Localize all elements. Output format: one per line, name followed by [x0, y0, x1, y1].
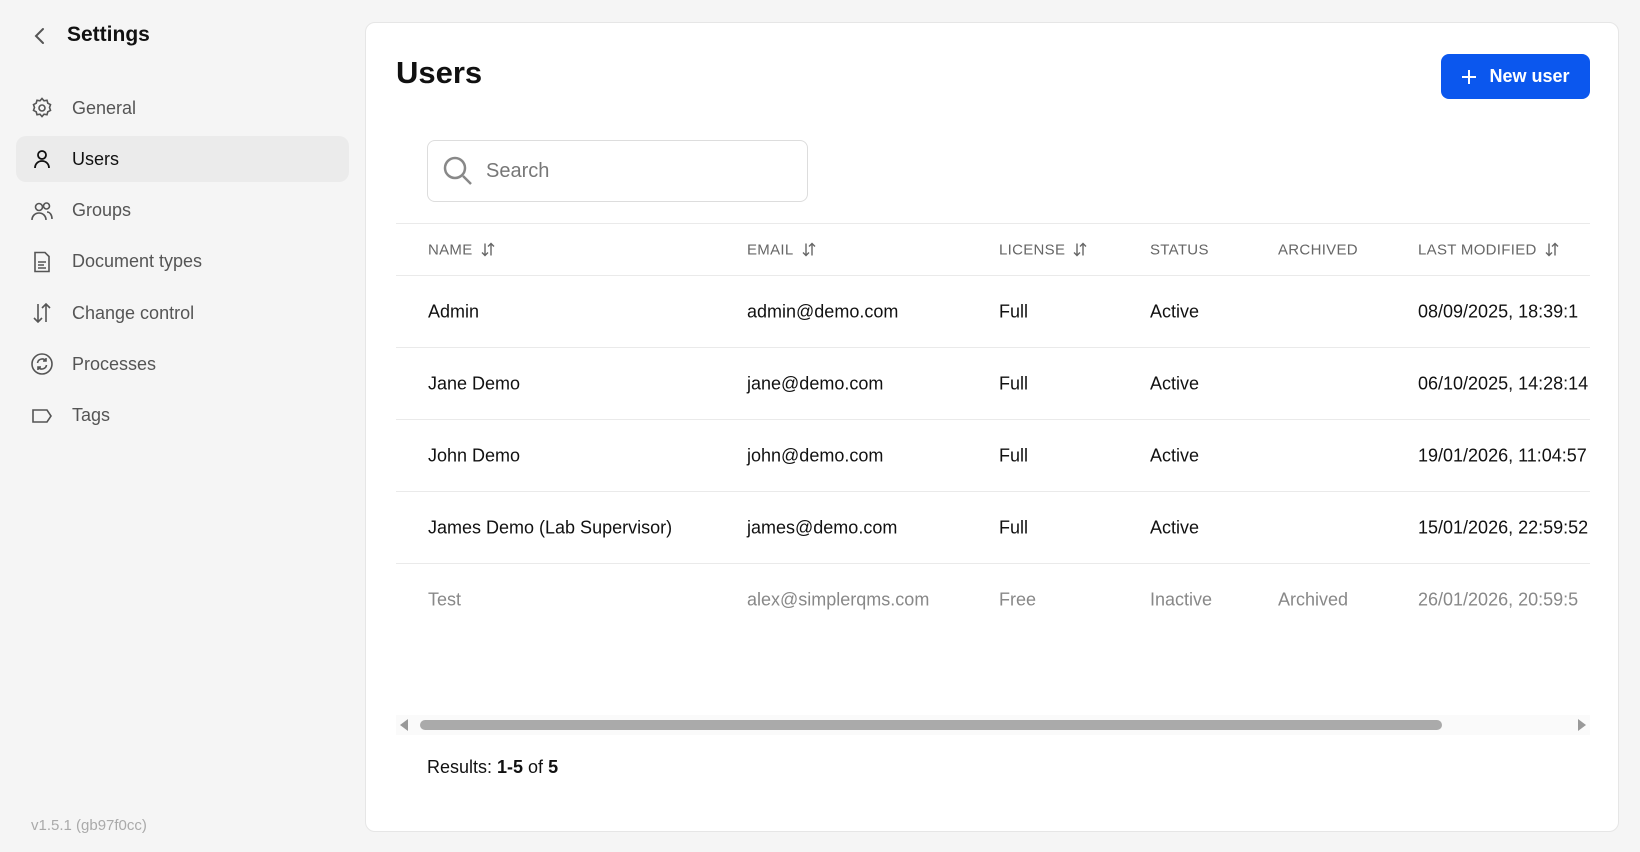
cell-status: Active [1150, 517, 1200, 537]
cell-status: Active [1150, 445, 1200, 465]
new-user-button[interactable]: New user [1441, 54, 1590, 99]
search-input[interactable] [486, 159, 786, 183]
sidebar-item-change-control[interactable]: Change control [16, 290, 349, 336]
scroll-left-arrow-icon[interactable] [400, 719, 408, 731]
user-icon [34, 150, 50, 169]
horizontal-scrollbar[interactable] [396, 715, 1590, 735]
column-header-archived: ARCHIVED [1278, 241, 1358, 258]
column-label: EMAIL [747, 241, 794, 258]
sidebar-item-label: Change control [72, 302, 195, 323]
users-panel: Users New user NAME EMAIL LICENSE STATUS… [365, 22, 1619, 832]
sidebar-item-label: Users [72, 148, 120, 169]
page-title: Users [396, 55, 483, 90]
back-chevron-icon[interactable] [28, 24, 52, 48]
scroll-right-arrow-icon[interactable] [1578, 719, 1586, 731]
search-box[interactable] [427, 140, 808, 202]
cell-license: Free [999, 589, 1037, 609]
cell-last-modified: 06/10/2025, 14:28:14 [1418, 373, 1589, 393]
search-icon [443, 156, 472, 185]
cell-name: John Demo [428, 445, 521, 465]
results-total: 5 [548, 757, 559, 777]
cell-email: alex@simplerqms.com [747, 589, 930, 609]
sidebar-item-tags[interactable]: Tags [16, 393, 349, 439]
sidebar-item-label: Document types [72, 251, 203, 272]
settings-nav: General Users Groups Document types Chan… [16, 85, 349, 444]
table-row[interactable]: Test alex@simplerqms.com Free Inactive Archi… [396, 563, 1590, 635]
sidebar-item-processes[interactable]: Processes [16, 341, 349, 387]
sidebar: Settings General Users Groups Document t… [0, 0, 365, 852]
column-label: NAME [428, 241, 473, 258]
column-label: STATUS [1150, 241, 1209, 258]
cell-email: jane@demo.com [747, 373, 884, 393]
column-label: LAST MODIFIED [1418, 241, 1537, 258]
sidebar-item-document-types[interactable]: Document types [16, 239, 349, 285]
column-header-last-modified[interactable]: LAST MODIFIED [1418, 241, 1590, 258]
results-count: Results: 1-5 of 5 [427, 757, 558, 778]
table-row[interactable]: Jane Demo jane@demo.com Full Active 06/10/20… [396, 347, 1590, 419]
version-label: v1.5.1 (gb97f0cc) [31, 817, 147, 834]
sort-icon[interactable] [480, 242, 496, 258]
document-icon [34, 251, 50, 273]
cell-name: Test [428, 589, 462, 609]
cell-license: Full [999, 373, 1029, 393]
cell-last-modified: 15/01/2026, 22:59:52 [1418, 517, 1589, 537]
cell-email: john@demo.com [747, 445, 884, 465]
cell-license: Full [999, 445, 1029, 465]
cell-email: james@demo.com [747, 517, 898, 537]
column-label: ARCHIVED [1278, 241, 1358, 258]
sidebar-item-users[interactable]: Users [16, 136, 349, 183]
results-prefix: Results: [427, 757, 498, 777]
cell-last-modified: 19/01/2026, 11:04:57 [1418, 445, 1587, 465]
users-table: NAME EMAIL LICENSE STATUS ARCHIVED LAST … [396, 223, 1590, 635]
sort-arrows-icon [33, 303, 51, 324]
table-header: NAME EMAIL LICENSE STATUS ARCHIVED LAST … [396, 223, 1590, 275]
settings-title: Settings [67, 23, 150, 46]
sort-icon[interactable] [1072, 242, 1088, 258]
cell-name: James Demo (Lab Supervisor) [428, 517, 673, 537]
column-header-email[interactable]: EMAIL [747, 241, 817, 258]
cell-status: Active [1150, 373, 1200, 393]
cell-status: Active [1150, 301, 1200, 321]
sort-icon[interactable] [1544, 242, 1560, 258]
table-row[interactable]: James Demo (Lab Supervisor) james@demo.co… [396, 491, 1590, 563]
column-header-status: STATUS [1150, 241, 1209, 258]
cell-license: Full [999, 301, 1029, 321]
column-header-license[interactable]: LICENSE [999, 241, 1088, 258]
cell-last-modified: 08/09/2025, 18:39:1 [1418, 301, 1579, 321]
tag-icon [32, 408, 52, 423]
sidebar-item-label: Groups [72, 200, 132, 221]
plus-icon [1462, 69, 1477, 84]
cell-last-modified: 26/01/2026, 20:59:5 [1418, 589, 1579, 609]
table-row[interactable]: John Demo john@demo.com Full Active 19/01/20… [396, 419, 1590, 491]
cell-name: Admin [428, 301, 480, 321]
sidebar-item-label: Processes [72, 353, 157, 374]
scrollbar-thumb[interactable] [420, 720, 1442, 730]
gear-icon [32, 97, 52, 118]
sort-icon[interactable] [801, 242, 817, 258]
results-of: of [523, 757, 549, 777]
column-label: LICENSE [999, 241, 1066, 258]
refresh-icon [31, 353, 53, 376]
new-user-label: New user [1489, 66, 1570, 86]
cell-license: Full [999, 517, 1029, 537]
column-header-name[interactable]: NAME [428, 241, 496, 258]
sidebar-item-groups[interactable]: Groups [16, 188, 349, 234]
cell-email: admin@demo.com [747, 301, 899, 321]
table-row[interactable]: Admin admin@demo.com Full Active 08/09/2025,… [396, 275, 1590, 347]
users-icon [31, 201, 53, 220]
cell-name: Jane Demo [428, 373, 521, 393]
sidebar-item-label: Tags [72, 405, 111, 426]
sidebar-item-general[interactable]: General [16, 85, 349, 131]
cell-status: Inactive [1150, 589, 1213, 609]
results-range: 1-5 [497, 757, 524, 777]
sidebar-item-label: General [72, 97, 137, 118]
cell-archived: Archived [1278, 589, 1349, 609]
